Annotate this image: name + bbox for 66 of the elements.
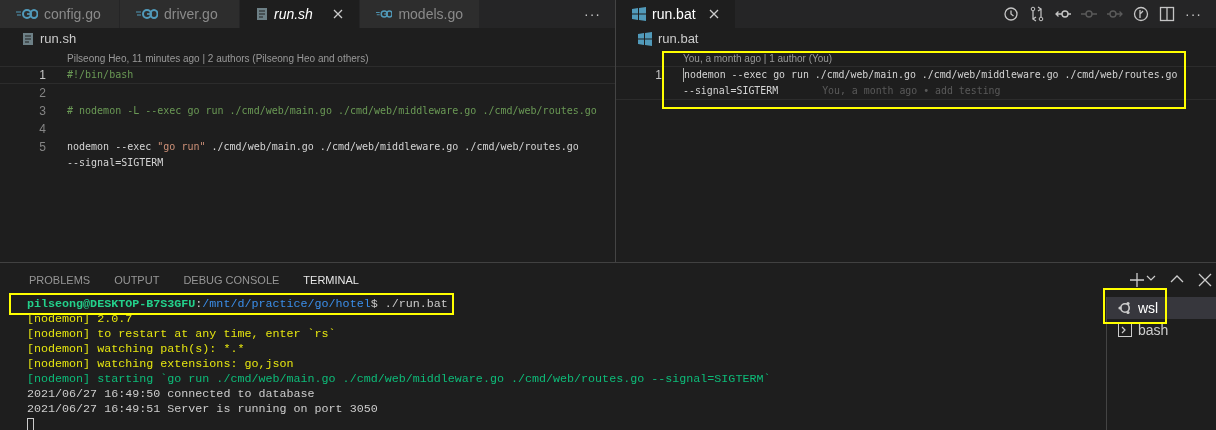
breadcrumb-item[interactable]: run.bat xyxy=(658,29,699,49)
editor-tab[interactable]: driver.go xyxy=(120,0,240,28)
terminal-text: [nodemon] watching path(s): *.* xyxy=(27,342,245,356)
gopher-logo-icon xyxy=(376,9,393,19)
panel-tab[interactable]: TERMINAL xyxy=(303,270,359,290)
document-icon xyxy=(22,32,34,46)
tab-label: config.go xyxy=(44,4,101,24)
line-number: 1 xyxy=(655,68,662,82)
terminal-text: /mnt/d/practice/go/hotel xyxy=(202,297,371,311)
tab-label: run.sh xyxy=(274,4,313,24)
branch-circle-icon[interactable] xyxy=(1133,6,1149,22)
code-text: nodemon --exec xyxy=(67,140,153,154)
code-text: "go run" xyxy=(157,140,206,154)
more-actions-button[interactable]: ··· xyxy=(584,3,601,25)
panel-tab[interactable]: DEBUG CONSOLE xyxy=(183,270,280,290)
codelens-text[interactable]: You, a month ago | 1 author (You) xyxy=(616,52,1216,66)
shell-label: wsl xyxy=(1138,298,1159,318)
ubuntu-logo-icon xyxy=(1118,301,1132,315)
tab-label: driver.go xyxy=(164,4,218,24)
windows-logo-icon xyxy=(632,7,646,21)
code-text: # nodemon -L --exec go run ./cmd/web/main.go ./cmd/web/middleware.go ./cmd/web/routes.go xyxy=(67,104,597,118)
terminal-text: 2021/06/27 16:49:50 connected to database xyxy=(27,387,315,401)
editor-tab[interactable]: run.sh xyxy=(240,0,360,28)
editor-tab[interactable]: models.go xyxy=(360,0,480,28)
terminal-text: $ ./run.bat xyxy=(370,297,448,311)
breadcrumb-item[interactable]: run.sh xyxy=(40,29,77,49)
close-icon[interactable] xyxy=(709,9,719,19)
document-icon xyxy=(256,7,268,21)
codelens-text[interactable]: Pilseong Heo, 11 minutes ago | 2 authors (Pilseong Heo and others) xyxy=(0,52,615,66)
terminal-text: [nodemon] watching extensions: go,json xyxy=(27,357,294,371)
code-text: ./cmd/web/main.go ./cmd/web/middleware.go ./cmd/web/routes.go xyxy=(210,140,579,154)
tab-label: run.bat xyxy=(652,4,696,24)
terminal-list-item[interactable]: bash xyxy=(1107,319,1216,341)
terminal-text: [nodemon] to restart at any time, enter `rs` xyxy=(27,327,336,341)
close-icon[interactable] xyxy=(1198,273,1212,287)
split-editor-icon[interactable] xyxy=(1159,6,1175,22)
code-text: --signal=SIGTERM xyxy=(67,156,164,170)
line-number: 5 xyxy=(39,140,46,154)
line-number: 2 xyxy=(39,86,46,100)
editor-tab[interactable]: config.go xyxy=(0,0,120,28)
line-number: 4 xyxy=(39,122,46,136)
line-number: 3 xyxy=(39,104,46,118)
panel-tab[interactable]: OUTPUT xyxy=(114,270,160,290)
terminal-list-item[interactable]: wsl xyxy=(1107,297,1216,319)
windows-logo-icon xyxy=(638,32,652,46)
panel-tab[interactable]: PROBLEMS xyxy=(29,270,91,290)
close-icon[interactable] xyxy=(333,9,343,19)
terminal-text: [nodemon] starting `go run ./cmd/web/main.go ./cmd/web/middleware.go ./cmd/web/routes.go --signal=SIGTERM` xyxy=(27,372,771,386)
code-text: nodemon --exec go run ./cmd/web/main.go ./cmd/web/middleware.go ./cmd/web/routes.go xyxy=(684,68,1178,82)
code-text: #!/bin/bash xyxy=(67,68,134,82)
plus-icon[interactable] xyxy=(1130,273,1144,287)
more-actions-button[interactable]: ··· xyxy=(1185,3,1202,25)
gopher-logo-icon xyxy=(16,9,38,19)
terminal-text: : xyxy=(195,297,203,311)
code-text: --signal=SIGTERM xyxy=(683,84,779,98)
line-number: 1 xyxy=(39,68,46,82)
editor-tab[interactable]: run.bat xyxy=(616,0,736,28)
gopher-logo-icon xyxy=(136,9,158,19)
clock-icon[interactable] xyxy=(1003,6,1019,22)
terminal-text: 2021/06/27 16:49:51 Server is running on port 3050 xyxy=(27,402,378,416)
terminal-text: pilseong@DESKTOP-B7S3GFU xyxy=(27,297,196,311)
compare-changes-icon[interactable] xyxy=(1029,6,1045,22)
shell-label: bash xyxy=(1138,320,1169,340)
terminal-text: [nodemon] 2.0.7 xyxy=(27,312,133,326)
tab-label: models.go xyxy=(398,4,463,24)
terminal-icon xyxy=(1118,323,1132,337)
